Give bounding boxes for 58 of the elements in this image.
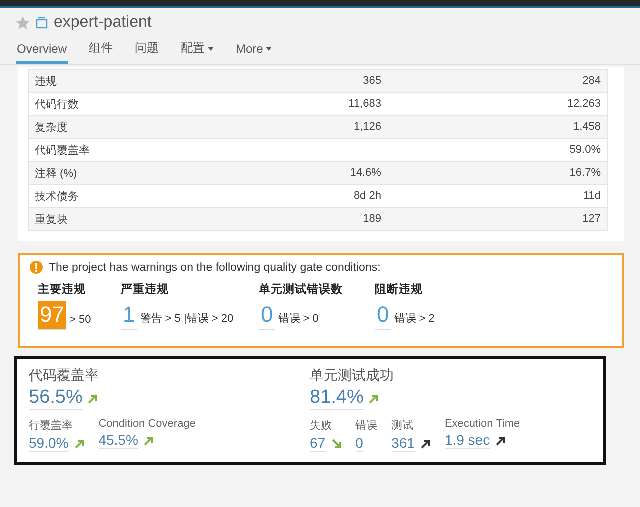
measure-label: 测试 — [392, 419, 415, 433]
condition-value[interactable]: 0 — [259, 301, 276, 330]
measure-value[interactable]: 1.9 sec — [444, 432, 490, 449]
measure-label: Condition Coverage — [98, 418, 196, 430]
condition-label: 单元测试错误数 — [259, 282, 344, 297]
warning-message: The project has warnings on the following quality gate conditions: — [49, 262, 381, 274]
star-icon[interactable] — [16, 16, 30, 30]
measure-label: Execution Time — [444, 418, 520, 430]
measure-title: 单元测试成功 — [310, 367, 395, 385]
condition-threshold: > 50 — [69, 314, 92, 328]
table-cell: 127 — [582, 213, 601, 225]
measure-value[interactable]: 59.0% — [29, 435, 69, 452]
table-cell: 1,458 — [573, 121, 601, 133]
measure-label: 失败 — [310, 419, 333, 433]
measure-title: 代码覆盖率 — [29, 367, 100, 385]
measure-label: 错误 — [356, 419, 378, 433]
condition-value[interactable]: 97 — [38, 301, 66, 330]
nav-tab[interactable]: 问题 — [134, 38, 160, 64]
table-cell: 365 — [363, 75, 382, 87]
project-title: expert-patient — [54, 14, 152, 32]
table-cell: 8d 2h — [354, 190, 382, 202]
condition-threshold: 警告 > 5 |错误 > 20 — [140, 312, 234, 327]
measure-label: 行覆盖率 — [29, 418, 74, 433]
table-cell: 注释 (%) — [35, 168, 78, 180]
table-cell: 技术债务 — [35, 190, 79, 202]
measure-value[interactable]: 0 — [356, 435, 364, 452]
measure-value[interactable]: 67 — [310, 435, 326, 452]
condition-value[interactable]: 0 — [375, 301, 392, 330]
table-cell: 重复块 — [35, 214, 68, 226]
measure-value[interactable]: 56.5% — [29, 387, 83, 410]
table-cell: 12,263 — [567, 98, 601, 110]
table-cell: 代码覆盖率 — [35, 144, 90, 156]
table-cell: 11,683 — [348, 98, 382, 110]
table-cell: 1,126 — [354, 121, 382, 133]
measure-value[interactable]: 361 — [392, 435, 415, 452]
nav-tab[interactable]: 组件 — [88, 38, 114, 64]
table-cell: 违规 — [35, 76, 57, 88]
warning-icon — [30, 261, 43, 274]
measure-value[interactable]: 81.4% — [310, 387, 364, 410]
table-cell: 16.7% — [570, 167, 601, 179]
nav-tab[interactable]: More — [235, 38, 274, 64]
table-cell: 代码行数 — [35, 98, 79, 110]
condition-label: 严重违规 — [121, 282, 170, 297]
table-cell: 59.0% — [570, 144, 601, 156]
nav-tab[interactable]: Overview — [16, 38, 68, 64]
table-cell: 284 — [582, 75, 601, 87]
table-cell: 复杂度 — [35, 122, 68, 134]
condition-threshold: 错误 > 0 — [278, 312, 319, 327]
nav-tab[interactable]: 配置 — [180, 38, 216, 64]
condition-threshold: 错误 > 2 — [394, 312, 435, 327]
condition-label: 主要违规 — [38, 282, 87, 297]
table-cell: 14.6% — [350, 167, 382, 179]
condition-label: 阻断违规 — [375, 282, 424, 297]
condition-value[interactable]: 1 — [121, 301, 138, 330]
measure-value[interactable]: 45.5% — [98, 432, 138, 449]
table-cell: 11d — [583, 190, 601, 202]
table-cell: 189 — [363, 213, 382, 225]
project-icon — [36, 17, 48, 29]
